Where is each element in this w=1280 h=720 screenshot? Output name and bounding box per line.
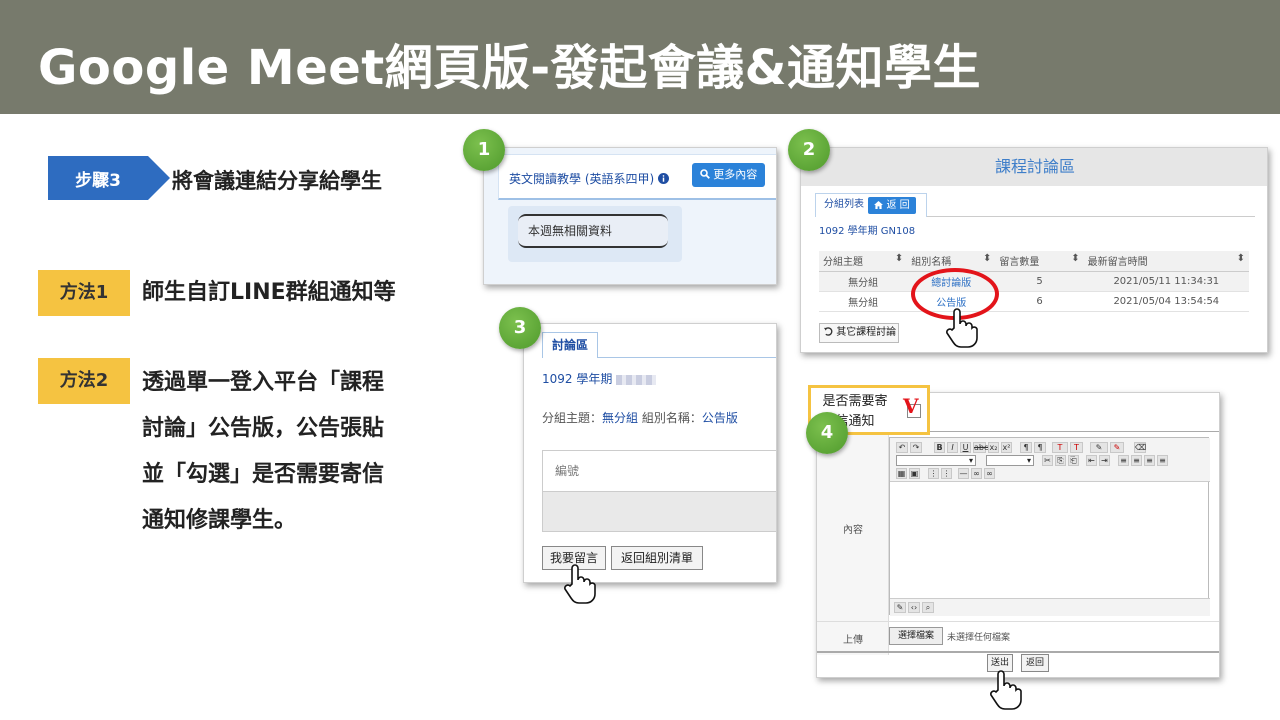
method2-badge: 方法2 (38, 358, 130, 404)
ltr-icon[interactable]: ¶ (1020, 442, 1032, 453)
hand-pointer-icon (990, 670, 1022, 710)
column-header[interactable]: 最新留言時間 ⬍ (1083, 251, 1249, 272)
unlink-icon[interactable]: ∞ (984, 468, 995, 479)
more-content-button[interactable]: 更多內容 (692, 163, 765, 187)
image-icon[interactable]: ▣ (909, 468, 920, 479)
back-button[interactable]: 返回 (1021, 654, 1049, 672)
term-label: 1092 學年期 GN108 (819, 226, 916, 237)
subscript-icon[interactable]: x₂ (988, 442, 999, 453)
align-center-icon[interactable]: ≡ (1131, 455, 1142, 466)
italic-icon[interactable]: I (947, 442, 958, 453)
undo-icon (824, 327, 833, 336)
align-left-icon[interactable]: ≡ (1118, 455, 1129, 466)
sort-icon: ⬍ (983, 253, 992, 265)
term-label: 1092 學年期 (542, 370, 657, 387)
empty-list-area (542, 492, 776, 532)
method2-line: 討論」公告版，公告張貼 (142, 416, 385, 441)
bold-icon[interactable]: B (934, 442, 945, 453)
step-number-2: 2 (788, 129, 830, 171)
method2-line: 並「勾選」是否需要寄信 (142, 462, 385, 487)
outdent-icon[interactable]: ⇤ (1086, 455, 1097, 466)
discussion-tab[interactable]: 討論區 (542, 332, 598, 358)
editor-mode-bar: ✎ ‹› ⌕ (890, 598, 1210, 616)
cut-icon[interactable]: ✂ (1042, 455, 1053, 466)
screenshot-discussion-list: 課程討論區 分組列表 返 回 1092 學年期 GN108 分組主題 ⬍ 組別名… (800, 147, 1268, 353)
sort-icon: ⬍ (1236, 253, 1245, 265)
design-mode-icon[interactable]: ✎ (894, 602, 906, 613)
hand-pointer-icon (564, 564, 596, 604)
step-number-3: 3 (499, 307, 541, 349)
course-name: 英文閱讀教學 (英語系四甲) (509, 170, 670, 187)
course-header: 英文閱讀教學 (英語系四甲) 更多內容 (498, 154, 776, 200)
sort-icon: ⬍ (1071, 253, 1080, 265)
undo-icon[interactable]: ↶ (896, 442, 908, 453)
eraser-icon[interactable]: ⌫ (1134, 442, 1146, 453)
redo-icon[interactable]: ↷ (910, 442, 922, 453)
home-icon (874, 201, 884, 209)
redacted-block (616, 374, 657, 385)
step-number-1: 1 (463, 129, 505, 171)
sort-icon: ⬍ (894, 253, 904, 265)
column-header[interactable]: 分組主題 ⬍ (819, 251, 908, 272)
rtl-icon[interactable]: ¶ (1034, 442, 1046, 453)
choose-file-button[interactable]: 選擇檔案 (889, 627, 943, 645)
bullet-list-icon[interactable]: ⋮ (941, 468, 952, 479)
ordered-list-icon[interactable]: ⋮ (928, 468, 939, 479)
copy-icon[interactable]: ⎘ (1055, 455, 1066, 466)
table-icon[interactable]: ▦ (896, 468, 907, 479)
superscript-icon[interactable]: x² (1001, 442, 1012, 453)
screenshot-course-page: 英文閱讀教學 (英語系四甲) 更多內容 本週無相關資料 (483, 147, 777, 285)
size-select[interactable]: ▾ (986, 455, 1034, 466)
group-list-tab[interactable]: 分組列表 返 回 (815, 193, 927, 217)
title-bar: Google Meet網頁版-發起會議&通知學生 (0, 0, 1280, 114)
underline-icon[interactable]: U (960, 442, 971, 453)
empty-week-text: 本週無相關資料 (518, 214, 668, 248)
step-badge: 步驟3 (48, 156, 170, 200)
preview-icon[interactable]: ⌕ (922, 602, 934, 613)
hand-pointer-icon (946, 308, 978, 348)
align-right-icon[interactable]: ≡ (1144, 455, 1155, 466)
table-row: 無分組 公告版 6 2021/05/04 13:54:54 (819, 291, 1249, 312)
paste-icon[interactable]: ⎗ (1068, 455, 1079, 466)
method2-line: 通知修課學生。 (142, 508, 297, 533)
check-mark: V (903, 394, 919, 418)
rich-text-editor[interactable]: ↶ ↷ B I U abc x₂ x² ¶ ¶ T T ✎ ✎ ⌫ ▾ ▾ ✂ … (889, 437, 1210, 616)
upload-label: 上傳 (843, 635, 863, 646)
code-mode-icon[interactable]: ‹› (908, 602, 920, 613)
table-row: 無分組 總討論版 5 2021/05/11 11:34:31 (819, 271, 1249, 292)
content-label: 內容 (843, 525, 863, 536)
indent-icon[interactable]: ⇥ (1099, 455, 1110, 466)
strike-icon[interactable]: abc (973, 442, 988, 453)
remove-highlight-icon[interactable]: ✎ (1110, 442, 1124, 453)
step-number-4: 4 (806, 412, 848, 454)
back-button[interactable]: 返 回 (868, 197, 916, 214)
number-field-header: 編號 (542, 450, 776, 492)
back-to-groups-button[interactable]: 返回組別清單 (611, 546, 703, 570)
method1-text: 師生自訂LINE群組通知等 (142, 280, 396, 305)
step-badge-label: 步驟3 (75, 171, 121, 191)
justify-icon[interactable]: ≡ (1157, 455, 1168, 466)
page-title: Google Meet網頁版-發起會議&通知學生 (38, 40, 982, 96)
step-text: 將會議連結分享給學生 (172, 169, 382, 193)
link-icon[interactable]: ∞ (971, 468, 982, 479)
info-icon (658, 173, 670, 184)
screenshot-discussion-board: 討論區 1092 學年期 分組主題：無分組 組別名稱：公告版 編號 我要留言 返… (523, 323, 777, 583)
search-icon (699, 169, 710, 179)
hr-icon[interactable]: — (958, 468, 969, 479)
text-color-icon[interactable]: T (1052, 442, 1068, 453)
empty-week-box: 本週無相關資料 (508, 206, 682, 262)
no-file-text: 未選擇任何檔案 (947, 633, 1011, 643)
method2-line: 透過單一登入平台「課程 (142, 370, 385, 395)
editor-toolbar: ↶ ↷ B I U abc x₂ x² ¶ ¶ T T ✎ ✎ ⌫ ▾ ▾ ✂ … (890, 438, 1210, 482)
clear-format-icon[interactable]: T (1070, 442, 1083, 453)
method2-text: 透過單一登入平台「課程 討論」公告版，公告張貼 並「勾選」是否需要寄信 通知修課… (142, 360, 442, 544)
group-table: 分組主題 ⬍ 組別名稱 ⬍ 留言數量 ⬍ 最新留言時間 ⬍ 無分組 總討論版 5… (819, 251, 1249, 312)
method1-badge: 方法1 (38, 270, 130, 316)
other-discussion-button[interactable]: 其它課程討論 (819, 323, 899, 343)
font-select[interactable]: ▾ (896, 455, 976, 466)
group-meta: 分組主題：無分組 組別名稱：公告版 (542, 411, 738, 425)
discussion-header: 課程討論區 (801, 148, 1267, 186)
highlight-icon[interactable]: ✎ (1090, 442, 1108, 453)
column-header[interactable]: 留言數量 ⬍ (995, 251, 1084, 272)
